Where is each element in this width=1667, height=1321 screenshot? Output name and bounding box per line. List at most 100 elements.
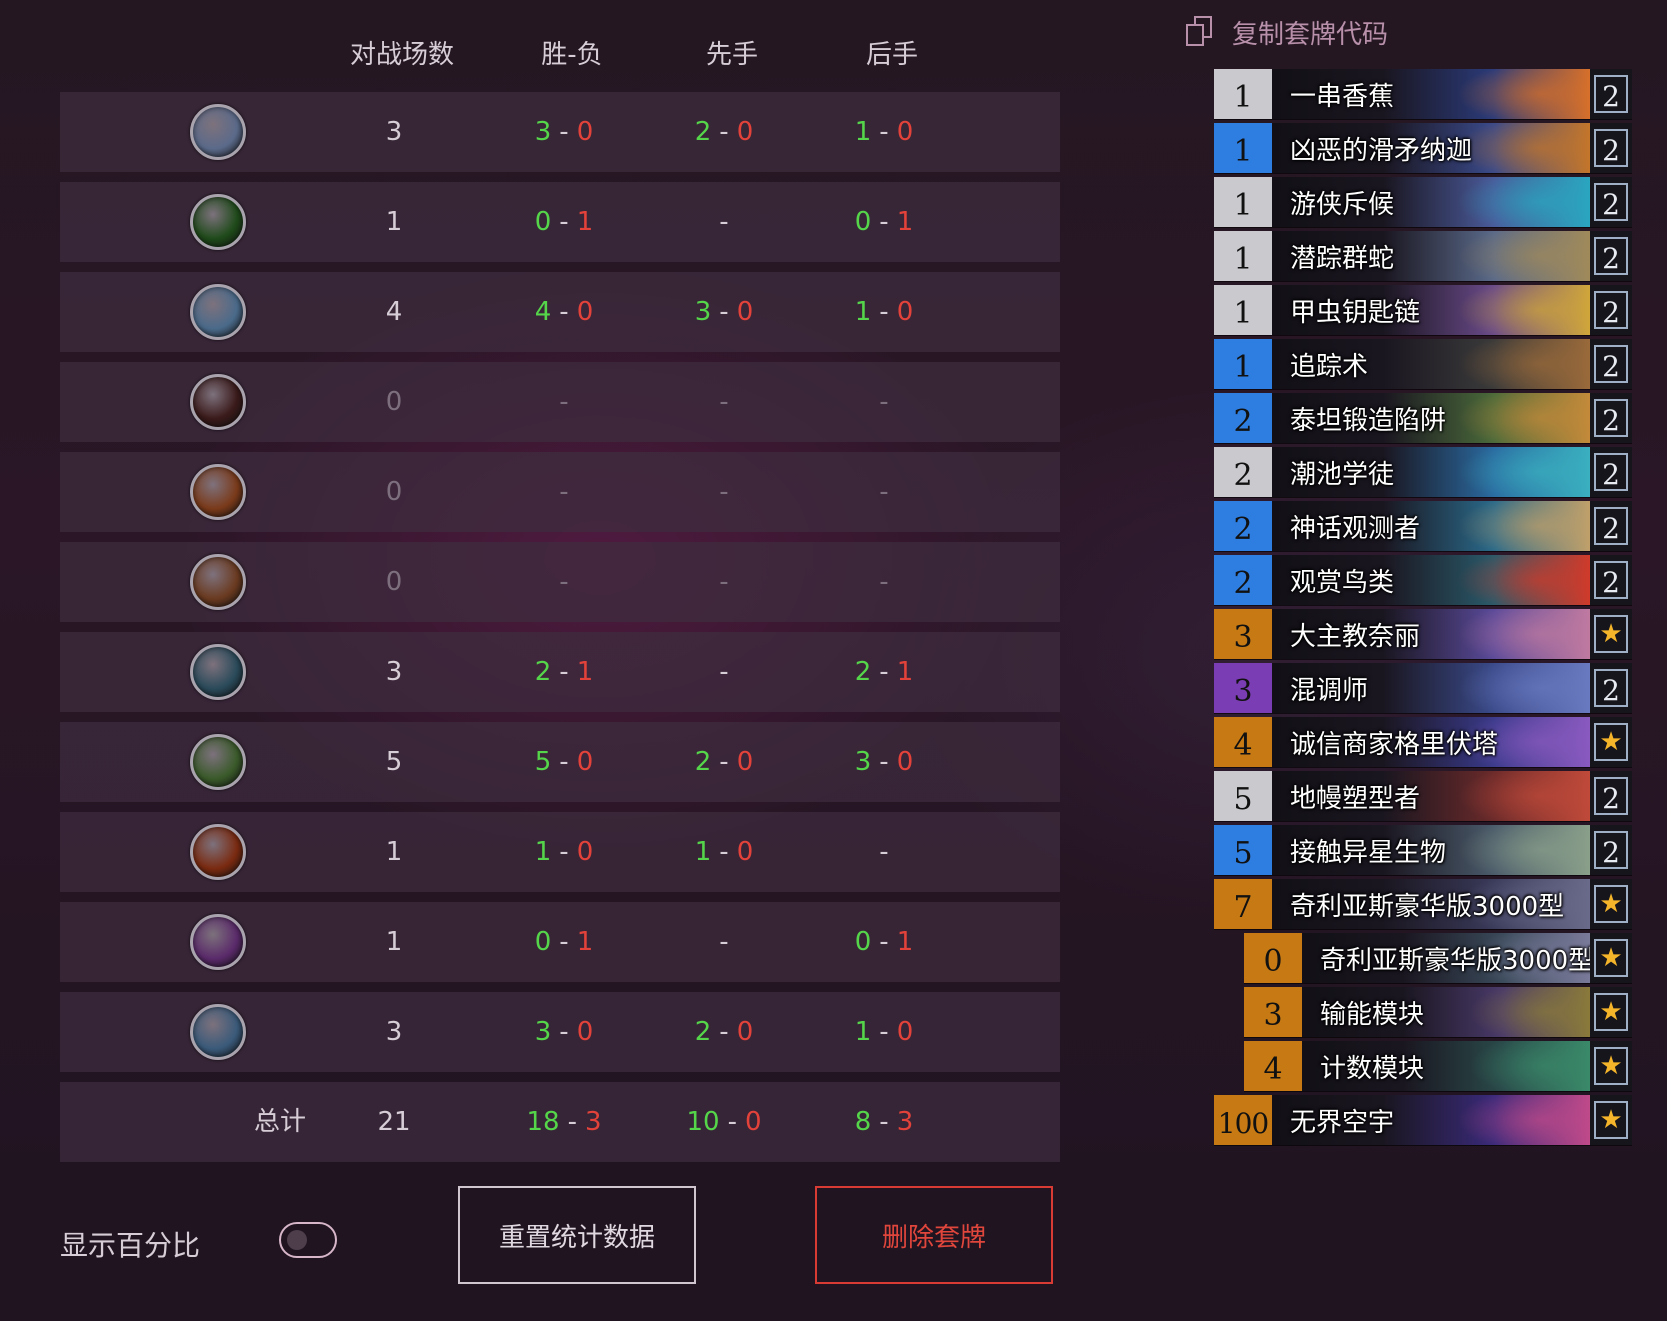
win-loss-cell: 4-0 — [484, 272, 644, 352]
loss-count: 0 — [736, 1017, 754, 1047]
card-count: 2 — [1590, 69, 1632, 119]
card-name: 诚信商家格里伏塔 — [1290, 729, 1499, 760]
win-count: 1 — [534, 837, 552, 867]
separator: - — [879, 1107, 889, 1137]
show-percent-label: 显示百分比 — [60, 1229, 201, 1262]
deck-card[interactable]: 4 诚信商家格里伏塔 ★ — [1214, 717, 1632, 767]
card-body: 一串香蕉 — [1272, 69, 1590, 119]
win-count: 3 — [534, 117, 552, 147]
card-name: 观赏鸟类 — [1290, 567, 1395, 598]
copy-deck-code-button[interactable]: 复制套牌代码 — [1186, 12, 1388, 52]
table-row: 32-1-2-1 — [60, 632, 1060, 712]
card-count-value: 2 — [1594, 399, 1628, 437]
deck-card[interactable]: 7 奇利亚斯豪华版3000型 ★ — [1214, 879, 1632, 929]
card-count: 2 — [1590, 393, 1632, 443]
empty-dash: - — [559, 567, 569, 597]
card-name: 奇利亚斯豪华版3000型 — [1290, 891, 1565, 922]
first-cell: 2-0 — [644, 722, 804, 802]
loss-count: 0 — [736, 747, 754, 777]
first-cell: - — [644, 542, 804, 622]
games-count: 1 — [385, 927, 403, 957]
fire-feather-icon — [190, 464, 246, 520]
deck-card[interactable]: 1 凶恶的滑矛纳迦 2 — [1214, 123, 1632, 173]
card-count: 2 — [1590, 663, 1632, 713]
loss-count: 0 — [736, 117, 754, 147]
second-cell: - — [804, 362, 964, 442]
separator: - — [559, 207, 569, 237]
deck-card[interactable]: 1 一串香蕉 2 — [1214, 69, 1632, 119]
deck-card[interactable]: 1 甲虫钥匙链 2 — [1214, 285, 1632, 335]
deck-card[interactable]: 100 无界空宇 ★ — [1214, 1095, 1632, 1145]
mech-gun-icon — [190, 644, 246, 700]
legendary-star-icon: ★ — [1594, 1101, 1628, 1139]
games-count: 1 — [385, 207, 403, 237]
card-art — [1392, 555, 1590, 605]
loss-count: 3 — [584, 1107, 602, 1137]
deck-card[interactable]: 1 潜踪群蛇 2 — [1214, 231, 1632, 281]
loss-count: 0 — [576, 117, 594, 147]
first-cell: - — [644, 182, 804, 262]
green-wisp-icon — [190, 734, 246, 790]
card-name: 凶恶的滑矛纳迦 — [1290, 135, 1473, 166]
card-count: ★ — [1590, 987, 1632, 1037]
card-art — [1392, 663, 1590, 713]
delete-deck-button[interactable]: 删除套牌 — [815, 1186, 1053, 1284]
deck-card[interactable]: 3 输能模块 ★ — [1244, 987, 1632, 1037]
card-art — [1392, 285, 1590, 335]
deck-card[interactable]: 3 混调师 2 — [1214, 663, 1632, 713]
card-body: 奇利亚斯豪华版3000型 — [1302, 933, 1590, 983]
empty-dash: - — [719, 657, 729, 687]
deck-card[interactable]: 5 地幔塑型者 2 — [1214, 771, 1632, 821]
deck-card[interactable]: 4 计数模块 ★ — [1244, 1041, 1632, 1091]
win-count: 1 — [694, 837, 712, 867]
deck-card[interactable]: 3 大主教奈丽 ★ — [1214, 609, 1632, 659]
card-cost: 5 — [1214, 825, 1272, 875]
empty-dash: - — [879, 837, 889, 867]
deck-card[interactable]: 0 奇利亚斯豪华版3000型 ★ — [1244, 933, 1632, 983]
table-row: 0 - - - — [60, 542, 1060, 622]
card-art — [1392, 609, 1590, 659]
spiked-orb-icon — [190, 104, 246, 160]
card-count-value: 2 — [1594, 507, 1628, 545]
card-count: 2 — [1590, 339, 1632, 389]
show-percent-toggle[interactable] — [279, 1222, 337, 1258]
card-cost: 3 — [1214, 663, 1272, 713]
deck-card[interactable]: 2 神话观测者 2 — [1214, 501, 1632, 551]
card-cost: 4 — [1244, 1041, 1302, 1091]
separator: - — [719, 747, 729, 777]
empty-dash: - — [719, 567, 729, 597]
win-loss-cell: - — [484, 362, 644, 442]
card-count: 2 — [1590, 555, 1632, 605]
reset-stats-button[interactable]: 重置统计数据 — [458, 1186, 696, 1284]
win-count: 1 — [854, 117, 872, 147]
deck-card[interactable]: 2 泰坦锻造陷阱 2 — [1214, 393, 1632, 443]
separator: - — [719, 1017, 729, 1047]
empty-dash: - — [559, 387, 569, 417]
table-row: 0 - - - — [60, 452, 1060, 532]
separator: - — [559, 837, 569, 867]
first-cell: - — [644, 452, 804, 532]
table-row: 33-02-01-0 — [60, 92, 1060, 172]
win-count: 3 — [854, 747, 872, 777]
card-cost: 5 — [1214, 771, 1272, 821]
games-count: 0 — [385, 477, 403, 507]
win-count: 2 — [694, 117, 712, 147]
separator: - — [719, 297, 729, 327]
card-body: 甲虫钥匙链 — [1272, 285, 1590, 335]
card-cost: 1 — [1214, 231, 1272, 281]
card-cost: 1 — [1214, 123, 1272, 173]
second-cell: - — [804, 452, 964, 532]
win-loss-cell: 1-0 — [484, 812, 644, 892]
deck-card[interactable]: 1 追踪术 2 — [1214, 339, 1632, 389]
deck-card[interactable]: 5 接触异星生物 2 — [1214, 825, 1632, 875]
legendary-star-icon: ★ — [1594, 1047, 1628, 1085]
card-name: 潜踪群蛇 — [1290, 243, 1395, 274]
deck-card[interactable]: 1 游侠斥候 2 — [1214, 177, 1632, 227]
card-art — [1392, 339, 1590, 389]
deck-card[interactable]: 2 观赏鸟类 2 — [1214, 555, 1632, 605]
loss-count: 0 — [736, 297, 754, 327]
card-name: 地幔塑型者 — [1290, 783, 1421, 814]
empty-dash: - — [719, 477, 729, 507]
deck-card[interactable]: 2 潮池学徒 2 — [1214, 447, 1632, 497]
card-body: 计数模块 — [1302, 1041, 1590, 1091]
